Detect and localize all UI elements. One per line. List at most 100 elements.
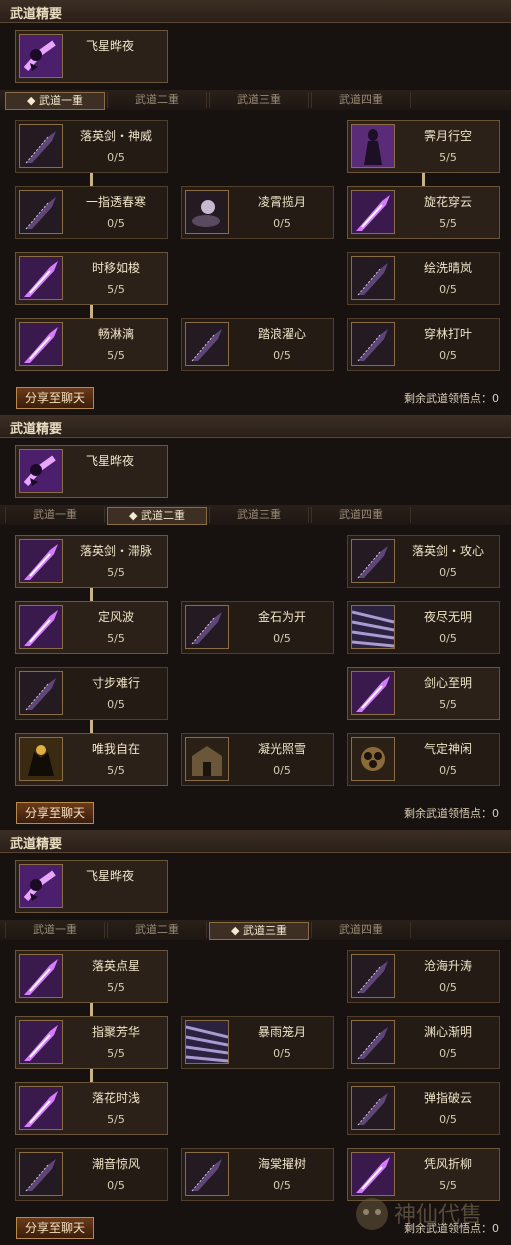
- skill-card[interactable]: 渊心渐明 0/5: [347, 1016, 500, 1069]
- skill-connector: [90, 1002, 93, 1016]
- skill-level: 5/5: [107, 566, 125, 579]
- skill-name: 时移如梭: [91, 261, 140, 275]
- tab-tier-2[interactable]: ◆ 武道二重: [107, 507, 207, 525]
- tab-tier-2[interactable]: 武道二重: [107, 92, 207, 108]
- skill-card[interactable]: 落英点星 5/5: [15, 950, 168, 1003]
- skill-level: 0/5: [439, 349, 457, 362]
- flame-blade-icon: [19, 322, 63, 366]
- section-title: 武道精要: [10, 837, 63, 852]
- tab-tier-3[interactable]: ◆ 武道三重: [209, 922, 309, 940]
- skill-card[interactable]: 唯我自在 5/5: [15, 733, 168, 786]
- essence-skill-name: 飞星晔夜: [86, 39, 135, 53]
- flame-blade-icon: [351, 671, 395, 715]
- skill-card[interactable]: 踏浪濯心 0/5: [181, 318, 334, 371]
- remaining-points-label: 剩余武道领悟点：0: [404, 807, 499, 820]
- tab-tier-1[interactable]: 武道一重: [5, 922, 105, 938]
- tier-tabs: 武道一重 武道二重 ◆ 武道三重 武道四重: [0, 920, 511, 940]
- skill-card[interactable]: 弹指破云 0/5: [347, 1082, 500, 1135]
- skill-card[interactable]: 穿林打叶 0/5: [347, 318, 500, 371]
- skill-level: 5/5: [107, 632, 125, 645]
- skill-level: 0/5: [439, 283, 457, 296]
- skill-panel: 武道精要 飞星晔夜 武道一重 武道二重 ◆ 武道三重 武道四重 落英点星 5/5 沧海升涛 0/5…: [0, 830, 511, 1245]
- tab-tier-4[interactable]: 武道四重: [311, 507, 411, 523]
- skill-card[interactable]: 落英剑・攻心 0/5: [347, 535, 500, 588]
- skill-card[interactable]: 霁月行空 5/5: [347, 120, 500, 173]
- skill-name: 海棠擢树: [257, 1157, 306, 1171]
- skill-level: 0/5: [107, 1179, 125, 1192]
- flame-blade-icon: [351, 190, 395, 234]
- sword-icon: [19, 1152, 63, 1196]
- essence-skill-card[interactable]: 飞星晔夜: [15, 860, 168, 913]
- section-header: 武道精要: [0, 415, 511, 438]
- purple-dash-icon: [19, 34, 63, 78]
- remaining-points-label: 剩余武道领悟点：0: [404, 392, 499, 405]
- tab-tier-1[interactable]: ◆ 武道一重: [5, 92, 105, 110]
- skill-card[interactable]: 畅淋漓 5/5: [15, 318, 168, 371]
- lotus-icon: [351, 737, 395, 781]
- light-rays-icon: [185, 1020, 229, 1064]
- skill-connector: [90, 1068, 93, 1082]
- skill-name: 气定神闲: [423, 742, 472, 756]
- tab-tier-3[interactable]: 武道三重: [209, 507, 309, 523]
- skill-card[interactable]: 时移如梭 5/5: [15, 252, 168, 305]
- skill-card[interactable]: 海棠擢树 0/5: [181, 1148, 334, 1201]
- skill-name: 绘洗晴岚: [423, 261, 472, 275]
- essence-skill-card[interactable]: 飞星晔夜: [15, 30, 168, 83]
- skill-card[interactable]: 剑心至明 5/5: [347, 667, 500, 720]
- skill-card[interactable]: 凌霄揽月 0/5: [181, 186, 334, 239]
- skill-level: 5/5: [107, 1113, 125, 1126]
- skill-card[interactable]: 沧海升涛 0/5: [347, 950, 500, 1003]
- tab-tier-4[interactable]: 武道四重: [311, 92, 411, 108]
- skill-card[interactable]: 寸步难行 0/5: [15, 667, 168, 720]
- skill-name: 定风波: [97, 610, 134, 624]
- skill-connector: [90, 587, 93, 601]
- share-to-chat-button[interactable]: 分享至聊天: [16, 802, 94, 824]
- skill-card[interactable]: 夜尽无明 0/5: [347, 601, 500, 654]
- skill-name: 渊心渐明: [423, 1025, 472, 1039]
- skill-level: 5/5: [107, 349, 125, 362]
- svg-text:神仙代售: 神仙代售: [394, 1203, 482, 1228]
- skill-card[interactable]: 落英剑・神威 0/5: [15, 120, 168, 173]
- skill-card[interactable]: 落花时浅 5/5: [15, 1082, 168, 1135]
- skill-card[interactable]: 指聚芳华 5/5: [15, 1016, 168, 1069]
- skill-level: 5/5: [439, 217, 457, 230]
- skill-name: 凝光照雪: [257, 742, 306, 756]
- share-to-chat-button[interactable]: 分享至聊天: [16, 387, 94, 409]
- share-to-chat-button[interactable]: 分享至聊天: [16, 1217, 94, 1239]
- skill-card[interactable]: 绘洗晴岚 0/5: [347, 252, 500, 305]
- skill-name: 暴雨笼月: [257, 1025, 306, 1039]
- tab-tier-1[interactable]: 武道一重: [5, 507, 105, 523]
- skill-level: 0/5: [439, 632, 457, 645]
- skill-name: 凭风折柳: [423, 1157, 472, 1171]
- sword-icon: [351, 539, 395, 583]
- essence-skill-card[interactable]: 飞星晔夜: [15, 445, 168, 498]
- skill-name: 落英剑・滞脉: [79, 544, 152, 558]
- skill-card[interactable]: 潮音惊风 0/5: [15, 1148, 168, 1201]
- skill-name: 夜尽无明: [423, 610, 472, 624]
- tab-tier-2[interactable]: 武道二重: [107, 922, 207, 938]
- skill-name: 落英剑・攻心: [411, 544, 484, 558]
- tab-tier-4[interactable]: 武道四重: [311, 922, 411, 938]
- skill-connector: [90, 719, 93, 733]
- purple-dash-icon: [19, 449, 63, 493]
- skill-level: 5/5: [107, 1047, 125, 1060]
- skill-level: 5/5: [439, 151, 457, 164]
- skill-name: 落英剑・神威: [79, 129, 152, 143]
- shadow-figure-icon: [351, 124, 395, 168]
- skill-card[interactable]: 暴雨笼月 0/5: [181, 1016, 334, 1069]
- skill-level: 0/5: [273, 1047, 291, 1060]
- skill-card[interactable]: 气定神闲 0/5: [347, 733, 500, 786]
- watermark-logo: 神仙代售: [352, 1192, 502, 1236]
- skill-card[interactable]: 一指透春寒 0/5: [15, 186, 168, 239]
- skill-name: 剑心至明: [423, 676, 472, 690]
- skill-card[interactable]: 落英剑・滞脉 5/5: [15, 535, 168, 588]
- skill-name: 寸步难行: [91, 676, 140, 690]
- skill-name: 落英点星: [91, 959, 140, 973]
- skill-card[interactable]: 凝光照雪 0/5: [181, 733, 334, 786]
- sword-icon: [185, 605, 229, 649]
- section-header: 武道精要: [0, 0, 511, 23]
- skill-card[interactable]: 定风波 5/5: [15, 601, 168, 654]
- skill-card[interactable]: 金石为开 0/5: [181, 601, 334, 654]
- tab-tier-3[interactable]: 武道三重: [209, 92, 309, 108]
- skill-card[interactable]: 旋花穿云 5/5: [347, 186, 500, 239]
